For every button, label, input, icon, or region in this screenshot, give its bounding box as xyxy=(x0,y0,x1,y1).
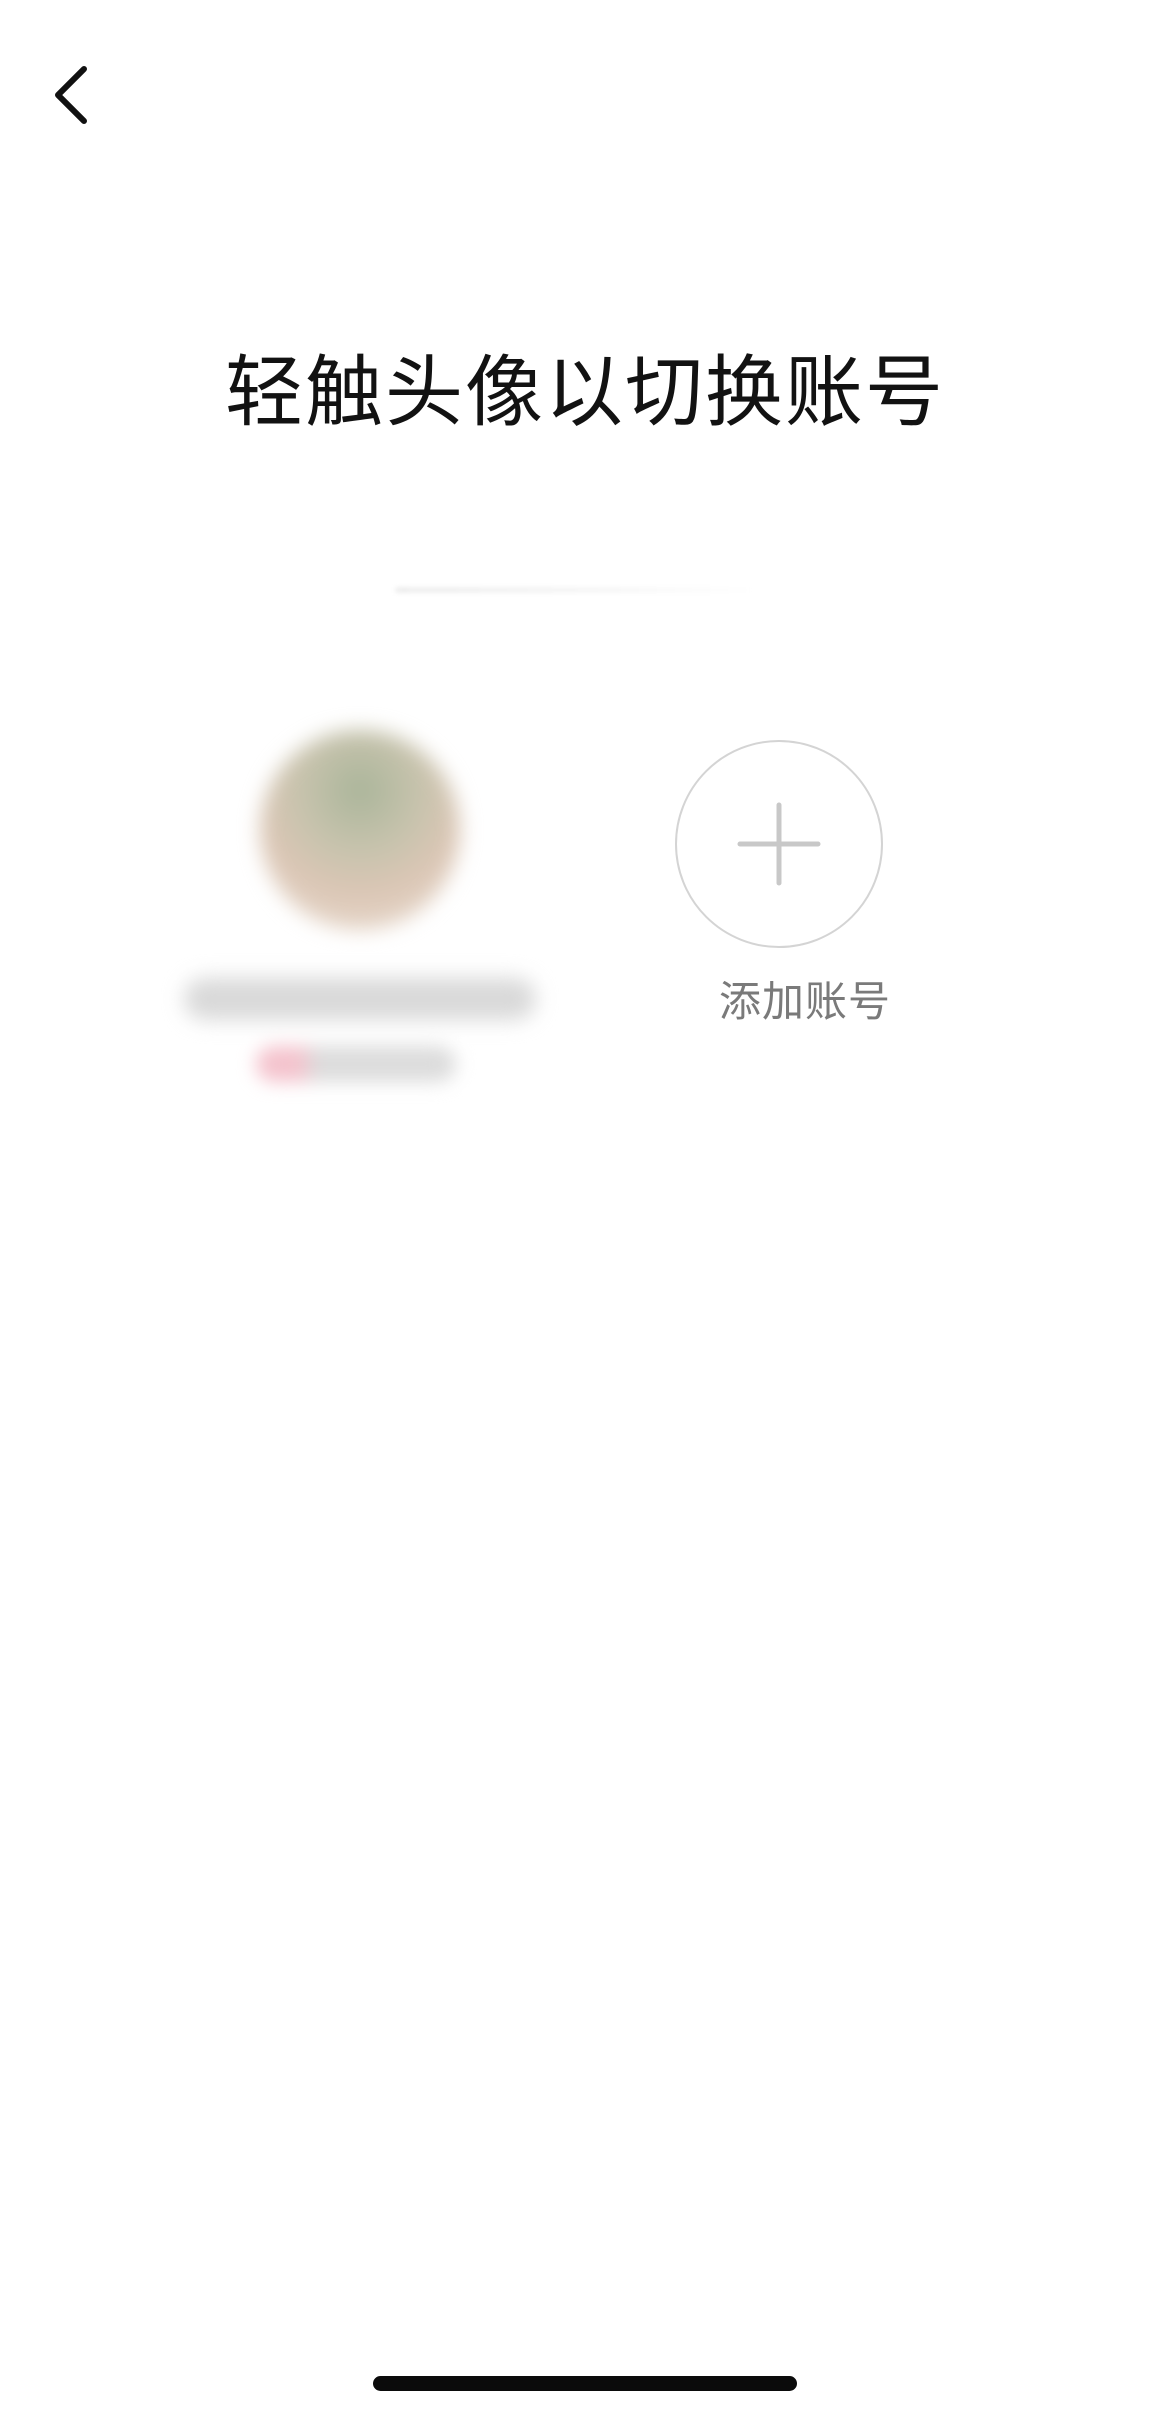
account-subtitle xyxy=(256,1046,456,1082)
account-card[interactable] xyxy=(160,710,560,1130)
chevron-left-icon xyxy=(55,66,87,124)
add-account-circle[interactable] xyxy=(675,740,883,948)
title-divider xyxy=(395,587,755,593)
add-account-button[interactable]: 添加账号 xyxy=(655,710,955,1070)
back-button[interactable] xyxy=(30,50,110,140)
home-indicator[interactable] xyxy=(373,2376,797,2391)
avatar[interactable] xyxy=(260,730,460,930)
add-account-label: 添加账号 xyxy=(718,977,891,1026)
account-name xyxy=(184,978,536,1020)
page-title: 轻触头像以切换账号 xyxy=(224,348,945,438)
plus-icon xyxy=(737,802,821,886)
